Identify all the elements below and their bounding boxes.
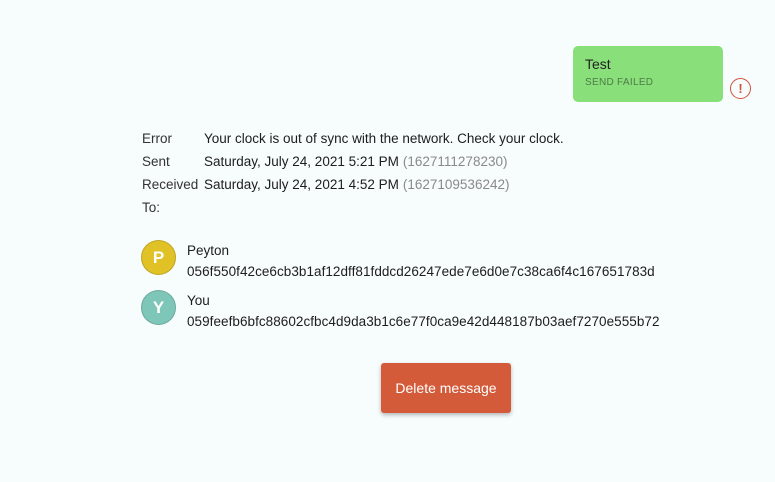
message-bubble[interactable]: Test SEND FAILED (573, 46, 723, 102)
recipient-info: Peyton 056f550f42ce6cb3b1af12dff81fddcd2… (187, 240, 655, 282)
to-label: To: (142, 200, 161, 215)
sent-value: Saturday, July 24, 2021 5:21 PM (204, 154, 399, 169)
exclamation-circle-icon[interactable]: ! (730, 78, 751, 99)
message-details: Error Your clock is out of sync with the… (142, 127, 564, 219)
error-value: Your clock is out of sync with the netwo… (204, 131, 564, 146)
received-label: Received (142, 177, 199, 192)
delete-message-button[interactable]: Delete message (381, 363, 511, 413)
message-text: Test (585, 56, 611, 72)
recipient-peyton[interactable]: P Peyton 056f550f42ce6cb3b1af12dff81fddc… (141, 240, 655, 282)
recipient-name: You (187, 293, 210, 308)
recipient-key: 059feefb6bfc88602cfbc4d9da3b1c6e77f0ca9e… (187, 314, 660, 329)
message-detail-page: Test SEND FAILED ! Error Your clock is o… (0, 0, 775, 482)
avatar[interactable]: P (141, 240, 176, 275)
sent-timestamp: (1627111278230) (402, 154, 508, 169)
received-row: Received Saturday, July 24, 2021 4:52 PM… (142, 173, 564, 196)
recipient-info: You 059feefb6bfc88602cfbc4d9da3b1c6e77f0… (187, 290, 660, 332)
to-row: To: (142, 196, 564, 219)
avatar[interactable]: Y (141, 290, 176, 325)
sent-row: Sent Saturday, July 24, 2021 5:21 PM (16… (142, 150, 564, 173)
received-timestamp: (1627109536242) (402, 177, 510, 192)
received-value: Saturday, July 24, 2021 4:52 PM (204, 177, 399, 192)
error-label: Error (142, 131, 172, 146)
recipient-you[interactable]: Y You 059feefb6bfc88602cfbc4d9da3b1c6e77… (141, 290, 660, 332)
error-row: Error Your clock is out of sync with the… (142, 127, 564, 150)
recipient-name: Peyton (187, 243, 230, 258)
recipient-key: 056f550f42ce6cb3b1af12dff81fddcd26247ede… (187, 264, 655, 279)
sent-label: Sent (142, 154, 170, 169)
message-status: SEND FAILED (585, 77, 654, 88)
